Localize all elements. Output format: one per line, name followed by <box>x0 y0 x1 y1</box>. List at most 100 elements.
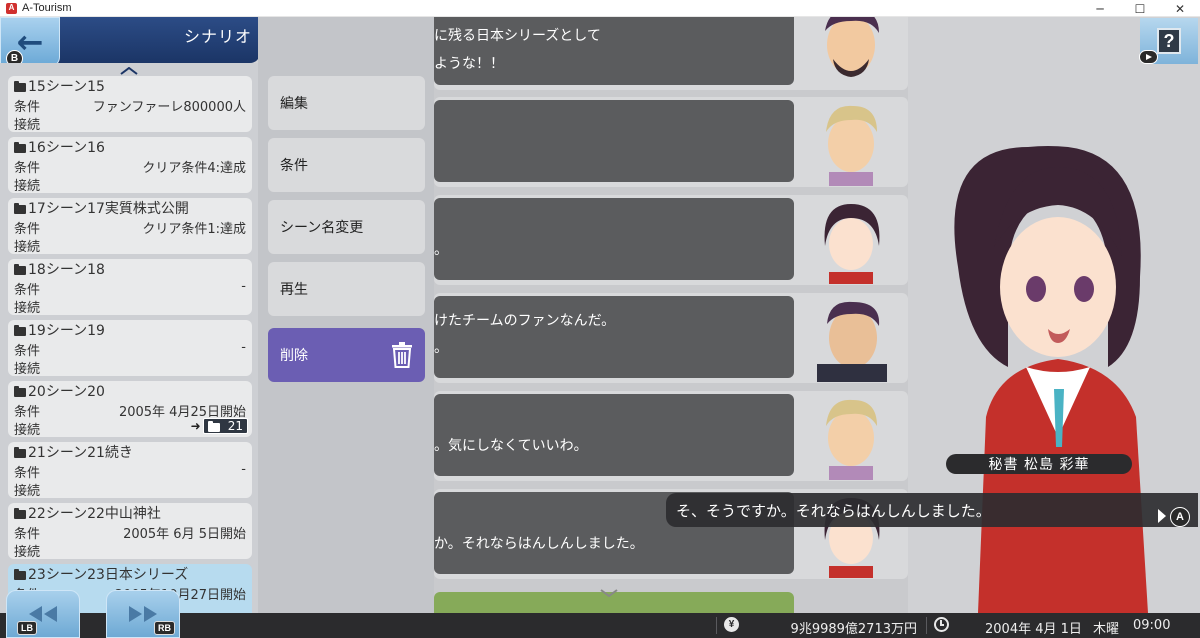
condition-label: 条件 <box>14 100 41 115</box>
time-display: 09:00 <box>1133 618 1171 633</box>
weekday-display: 木曜 <box>1093 622 1120 637</box>
log-bubble: 。 <box>434 198 794 280</box>
minimize-button[interactable]: ─ <box>1080 0 1120 17</box>
scene-title: 18シーン18 <box>14 260 105 278</box>
maximize-button[interactable]: ☐ <box>1120 0 1160 17</box>
connection-label: 接続 <box>14 362 41 377</box>
connection-label: 接続 <box>14 118 41 133</box>
arrow-right-icon: ➜ <box>190 419 201 433</box>
menu-item-play[interactable]: 再生 <box>268 262 425 316</box>
gamepad-view-icon <box>1139 50 1158 64</box>
condition-label: 条件 <box>14 344 41 359</box>
context-menu: 編集 条件 シーン名変更 再生 削除 <box>258 17 434 613</box>
speaker-name: 秘書 松島 彩華 <box>946 454 1132 474</box>
scene-list[interactable]: 15シーン15 条件 ファンファーレ800000人 接続 16シーン16 条件 … <box>0 63 258 613</box>
dialogue-text[interactable]: そ、そうですか。それならはんしんしました。 <box>666 493 1198 527</box>
log-bubble: けたチームのファンなんだ。 。 <box>434 296 794 378</box>
scene-card[interactable]: 16シーン16 条件 クリア条件4:達成 接続 <box>8 137 252 194</box>
fast-forward-icon <box>129 606 157 622</box>
condition-label: 条件 <box>14 283 41 298</box>
folder-icon <box>14 263 26 275</box>
folder-icon <box>14 141 26 153</box>
folder-icon <box>14 507 26 519</box>
folder-icon <box>14 324 26 336</box>
connection-label: 接続 <box>14 179 41 194</box>
condition-value: クリア条件4:達成 <box>142 161 246 176</box>
connection-label: 接続 <box>14 301 41 316</box>
condition-label: 条件 <box>14 161 41 176</box>
man-beard-avatar <box>799 17 905 89</box>
log-entry: 。 <box>434 195 908 285</box>
scene-title: 23シーン23日本シリーズ <box>14 565 188 583</box>
connection-target: 21 <box>202 418 248 434</box>
yen-icon: ¥ <box>724 617 739 632</box>
scene-title: 21シーン21続き <box>14 443 133 461</box>
log-entry: けたチームのファンなんだ。 。 <box>434 293 908 383</box>
log-entry: に残る日本シリーズとして ような！！ <box>434 17 908 90</box>
clock-icon <box>934 617 949 632</box>
status-bar: ¥ 9兆9989億2713万円 2004年 4月 1日 木曜 09:00 <box>0 613 1200 638</box>
scene-card[interactable]: 15シーン15 条件 ファンファーレ800000人 接続 <box>8 76 252 133</box>
condition-label: 条件 <box>14 466 41 481</box>
man-beard-avatar <box>799 294 905 382</box>
scene-title: 19シーン19 <box>14 321 105 339</box>
folder-icon <box>207 420 220 432</box>
folder-icon <box>14 80 26 92</box>
scene-card[interactable]: 18シーン18 条件 - 接続 <box>8 259 252 316</box>
condition-value: クリア条件1:達成 <box>142 222 246 237</box>
app-icon: A <box>6 2 17 14</box>
divider <box>716 617 717 634</box>
connection-label: 接続 <box>14 484 41 499</box>
money-display: 9兆9989億2713万円 <box>790 622 917 637</box>
woman-secretary-avatar <box>799 196 905 284</box>
divider <box>926 617 927 634</box>
scene-title: 20シーン20 <box>14 382 105 400</box>
man-blonde-avatar <box>799 98 905 186</box>
folder-icon <box>14 202 26 214</box>
menu-item-rename[interactable]: シーン名変更 <box>268 200 425 254</box>
condition-value: ファンファーレ800000人 <box>92 100 246 115</box>
man-blonde-avatar <box>799 392 905 480</box>
trash-icon <box>392 342 412 368</box>
condition-label: 条件 <box>14 222 41 237</box>
prev-button[interactable]: LB <box>6 590 80 638</box>
log-entry: 。気にしなくていいわ。 <box>434 391 908 481</box>
gamepad-rb-icon: RB <box>154 621 175 635</box>
connection-label: 接続 <box>14 240 41 255</box>
folder-icon <box>14 446 26 458</box>
scene-card[interactable]: 19シーン19 条件 - 接続 <box>8 320 252 377</box>
scene-card[interactable]: 17シーン17実質株式公開 条件 クリア条件1:達成 接続 <box>8 198 252 255</box>
menu-item-condition[interactable]: 条件 <box>268 138 425 192</box>
log-bubble: 。気にしなくていいわ。 <box>434 394 794 476</box>
window-controls: ─ ☐ ✕ <box>1080 0 1200 17</box>
log-entry <box>434 97 908 187</box>
folder-icon <box>14 568 26 580</box>
scene-card[interactable]: 20シーン20 条件 2005年 4月25日開始 接続 ➜ 21 <box>8 381 252 438</box>
menu-item-delete[interactable]: 削除 <box>268 328 425 382</box>
scene-title: 15シーン15 <box>14 77 105 95</box>
connection-label: 接続 <box>14 545 41 560</box>
condition-label: 条件 <box>14 527 41 542</box>
next-button[interactable]: RB <box>106 590 180 638</box>
condition-label: 条件 <box>14 405 41 420</box>
log-bubble <box>434 100 794 182</box>
scene-card[interactable]: 21シーン21続き 条件 - 接続 <box>8 442 252 499</box>
condition-value: - <box>241 279 246 294</box>
log-bubble: に残る日本シリーズとして ような！！ <box>434 17 794 85</box>
connection-badge[interactable]: ➜ 21 <box>191 418 248 434</box>
advance-arrow-icon[interactable] <box>1157 508 1167 524</box>
window-title: A-Tourism <box>22 2 72 14</box>
scene-title: 17シーン17実質株式公開 <box>14 199 189 217</box>
help-icon: ? <box>1157 28 1181 54</box>
scene-title: 16シーン16 <box>14 138 105 156</box>
folder-icon <box>14 385 26 397</box>
scroll-down-icon[interactable] <box>600 589 618 597</box>
close-button[interactable]: ✕ <box>1160 0 1200 17</box>
scroll-up-icon[interactable] <box>120 67 138 75</box>
scene-card[interactable]: 22シーン22中山神社 条件 2005年 6月 5日開始 接続 <box>8 503 252 560</box>
menu-item-edit[interactable]: 編集 <box>268 76 425 130</box>
condition-value: - <box>241 462 246 477</box>
window-titlebar: A A-Tourism ─ ☐ ✕ <box>0 0 1200 17</box>
gamepad-a-icon: A <box>1170 507 1190 527</box>
condition-value: - <box>241 340 246 355</box>
